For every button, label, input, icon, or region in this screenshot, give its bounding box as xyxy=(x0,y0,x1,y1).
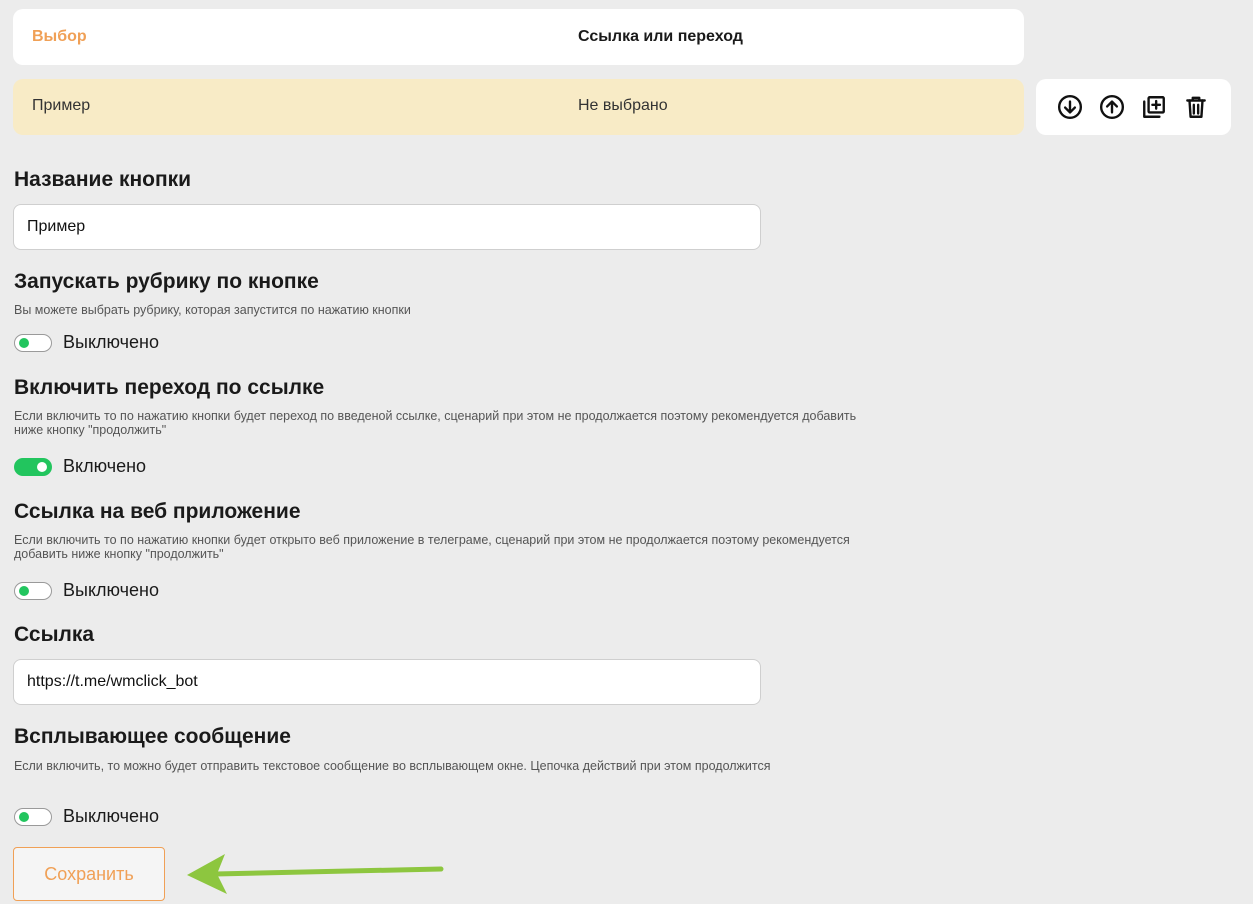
web-app-toggle-row: Выключено xyxy=(14,580,159,601)
toggle-knob xyxy=(19,585,29,596)
popup-toggle-row: Выключено xyxy=(14,806,159,827)
popup-toggle[interactable] xyxy=(14,807,52,826)
link-jump-toggle[interactable] xyxy=(14,457,52,476)
arrow-up-circle-icon xyxy=(1099,94,1125,120)
web-app-toggle[interactable] xyxy=(14,581,52,600)
row-actions xyxy=(1036,79,1231,135)
annotation-arrow xyxy=(187,854,444,894)
save-button[interactable]: Сохранить xyxy=(13,847,165,901)
toggle-knob xyxy=(19,337,29,348)
link-jump-title: Включить переход по ссылке xyxy=(14,376,325,399)
rubric-toggle-label: Выключено xyxy=(63,332,159,352)
table-row[interactable]: Пример Не выбрано xyxy=(13,79,1024,135)
web-app-hint: Если включить то по нажатию кнопки будет… xyxy=(14,533,850,561)
button-name-input[interactable]: Пример xyxy=(13,204,761,250)
link-jump-hint: Если включить то по нажатию кнопки будет… xyxy=(14,409,857,437)
duplicate-button[interactable] xyxy=(1140,93,1168,121)
rubric-title: Запускать рубрику по кнопке xyxy=(14,270,319,293)
header-choice: Выбор xyxy=(32,28,87,45)
link-input[interactable]: https://t.me/wmclick_bot xyxy=(13,659,761,705)
trash-icon xyxy=(1186,96,1206,118)
toggle-knob xyxy=(37,461,47,472)
web-app-title: Ссылка на веб приложение xyxy=(14,500,301,523)
rubric-hint: Вы можете выбрать рубрику, которая запус… xyxy=(14,303,411,317)
button-name-title: Название кнопки xyxy=(14,168,192,191)
delete-button[interactable] xyxy=(1182,93,1210,121)
rubric-toggle[interactable] xyxy=(14,333,52,352)
link-title: Ссылка xyxy=(14,623,95,646)
link-jump-toggle-row: Включено xyxy=(14,456,146,477)
popup-toggle-label: Выключено xyxy=(63,806,159,826)
rubric-toggle-row: Выключено xyxy=(14,332,159,353)
link-jump-toggle-label: Включено xyxy=(63,456,147,476)
move-down-button[interactable] xyxy=(1056,93,1084,121)
add-copy-icon xyxy=(1143,96,1165,118)
move-up-button[interactable] xyxy=(1098,93,1126,121)
row-link-status: Не выбрано xyxy=(578,97,668,114)
header-link-or-jump: Ссылка или переход xyxy=(578,28,743,45)
table-header: Выбор Ссылка или переход xyxy=(13,9,1024,65)
popup-hint: Если включить, то можно будет отправить … xyxy=(14,759,771,773)
web-app-toggle-label: Выключено xyxy=(63,580,159,600)
row-button-name: Пример xyxy=(32,97,91,114)
arrow-down-circle-icon xyxy=(1057,94,1083,120)
toggle-knob xyxy=(19,811,29,822)
popup-title: Всплывающее сообщение xyxy=(14,725,291,748)
